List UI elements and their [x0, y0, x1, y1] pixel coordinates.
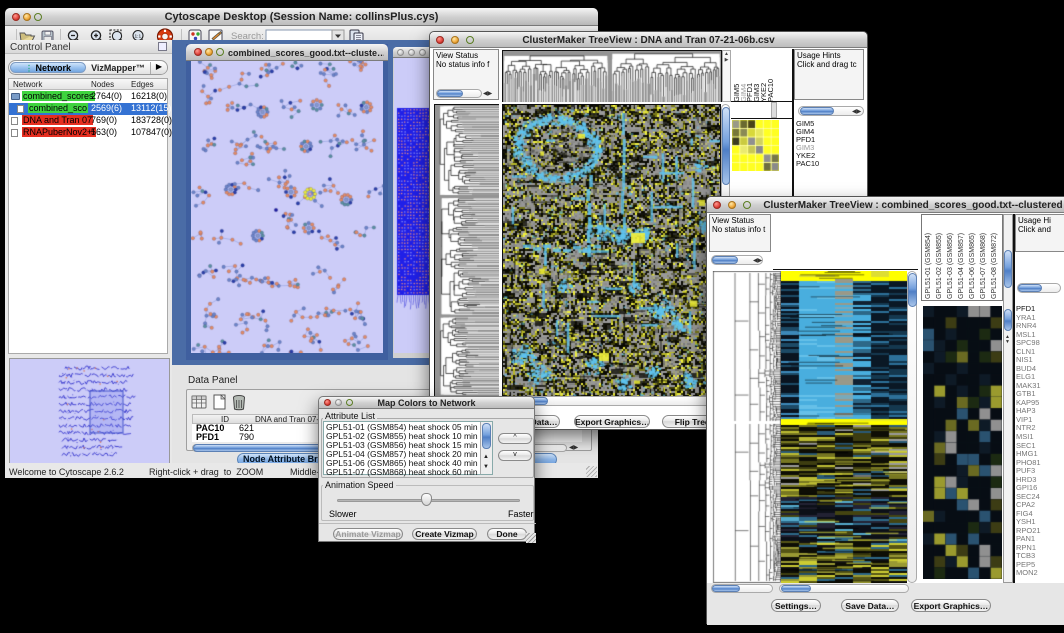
svg-text:1:1: 1:1 — [135, 34, 142, 40]
